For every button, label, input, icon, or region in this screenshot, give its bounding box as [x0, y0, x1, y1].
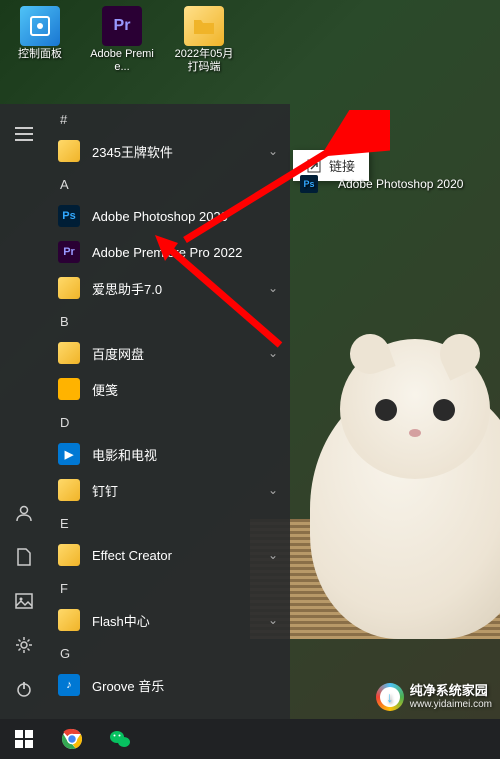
app-label: Adobe Photoshop 2020	[92, 209, 228, 224]
group-header[interactable]: G	[48, 638, 286, 667]
pictures-button[interactable]	[0, 579, 48, 623]
taskbar-wechat[interactable]	[96, 719, 144, 759]
folder-icon	[58, 479, 80, 501]
documents-button[interactable]	[0, 535, 48, 579]
user-icon	[15, 504, 33, 522]
app-item-aisi[interactable]: 爱思助手7.0 ⌄	[48, 270, 286, 306]
watermark: 纯净系统家园 www.yidaimei.com	[376, 683, 492, 711]
desktop-icon-folder[interactable]: 2022年05月打码端	[172, 6, 236, 74]
desktop-icon-control-panel[interactable]: 控制面板	[8, 6, 72, 74]
drag-ghost: Ps Adobe Photoshop 2020	[300, 175, 463, 193]
app-label: 爱思助手7.0	[92, 279, 162, 298]
settings-button[interactable]	[0, 623, 48, 667]
desktop-icon-label: Adobe Premie...	[90, 48, 154, 74]
start-menu: # 2345王牌软件 ⌄ A Ps Adobe Photoshop 2020 P…	[0, 104, 290, 719]
document-icon	[16, 548, 32, 566]
chevron-down-icon: ⌄	[268, 144, 278, 158]
wechat-icon	[109, 729, 131, 749]
picture-icon	[15, 593, 33, 609]
chevron-down-icon: ⌄	[268, 346, 278, 360]
app-item-groove[interactable]: ♪ Groove 音乐	[48, 667, 286, 703]
watermark-logo-icon	[376, 683, 404, 711]
drag-ghost-label: Adobe Photoshop 2020	[338, 177, 463, 191]
app-item-sticky[interactable]: 便笺	[48, 371, 286, 407]
watermark-url: www.yidaimei.com	[410, 699, 492, 710]
chevron-down-icon: ⌄	[268, 281, 278, 295]
app-item-flash[interactable]: Flash中心 ⌄	[48, 602, 286, 638]
chrome-icon	[61, 728, 83, 750]
group-header[interactable]: F	[48, 573, 286, 602]
app-label: Adobe Premiere Pro 2022	[92, 245, 242, 260]
chevron-down-icon: ⌄	[268, 483, 278, 497]
app-label: 百度网盘	[92, 344, 144, 363]
desktop-icon-label: 控制面板	[18, 48, 62, 61]
folder-icon	[58, 140, 80, 162]
group-header[interactable]: A	[48, 169, 286, 198]
desktop-icon-label: 2022年05月打码端	[172, 48, 236, 74]
hamburger-icon	[15, 127, 33, 141]
group-header[interactable]: #	[48, 104, 286, 133]
watermark-name: 纯净系统家园	[410, 684, 492, 698]
photoshop-icon: Ps	[58, 205, 80, 227]
wallpaper-cat	[270, 319, 500, 639]
chevron-down-icon: ⌄	[268, 548, 278, 562]
app-item-photoshop[interactable]: Ps Adobe Photoshop 2020	[48, 198, 286, 234]
start-menu-app-list[interactable]: # 2345王牌软件 ⌄ A Ps Adobe Photoshop 2020 P…	[48, 104, 290, 719]
taskbar	[0, 719, 500, 759]
movies-icon: ▶	[58, 443, 80, 465]
start-menu-rail	[0, 104, 48, 719]
windows-icon	[15, 730, 33, 748]
app-label: Flash中心	[92, 611, 150, 630]
app-item-baidu[interactable]: 百度网盘 ⌄	[48, 335, 286, 371]
group-header[interactable]: E	[48, 508, 286, 537]
taskbar-chrome[interactable]	[48, 719, 96, 759]
power-icon	[15, 680, 33, 698]
chevron-down-icon: ⌄	[268, 613, 278, 627]
app-item-premiere[interactable]: Pr Adobe Premiere Pro 2022	[48, 234, 286, 270]
gear-icon	[15, 636, 33, 654]
group-header[interactable]: D	[48, 407, 286, 436]
app-label: 便笺	[92, 380, 118, 399]
app-label: 2345王牌软件	[92, 142, 173, 161]
drag-action-label: 链接	[329, 156, 355, 175]
app-item-2345[interactable]: 2345王牌软件 ⌄	[48, 133, 286, 169]
folder-icon	[58, 277, 80, 299]
account-button[interactable]	[0, 491, 48, 535]
app-item-effect-creator[interactable]: Effect Creator ⌄	[48, 537, 286, 573]
power-button[interactable]	[0, 667, 48, 711]
app-label: Effect Creator	[92, 548, 172, 563]
group-header[interactable]: B	[48, 306, 286, 335]
folder-icon	[58, 609, 80, 631]
hamburger-button[interactable]	[0, 112, 48, 156]
control-panel-icon	[28, 14, 52, 38]
desktop-icons-row: 控制面板 Pr Adobe Premie... 2022年05月打码端	[8, 6, 236, 74]
folder-icon	[58, 544, 80, 566]
start-button[interactable]	[0, 719, 48, 759]
premiere-icon: Pr	[58, 241, 80, 263]
desktop-icon-premiere[interactable]: Pr Adobe Premie...	[90, 6, 154, 74]
groove-icon: ♪	[58, 674, 80, 696]
app-item-dingtalk[interactable]: 钉钉 ⌄	[48, 472, 286, 508]
photoshop-icon: Ps	[300, 175, 318, 193]
folder-icon	[58, 342, 80, 364]
app-label: 钉钉	[92, 481, 118, 500]
folder-icon	[192, 16, 216, 36]
app-item-movies[interactable]: ▶ 电影和电视	[48, 436, 286, 472]
app-label: 电影和电视	[92, 445, 157, 464]
shortcut-icon	[307, 159, 321, 173]
sticky-notes-icon	[58, 378, 80, 400]
app-label: Groove 音乐	[92, 676, 164, 695]
